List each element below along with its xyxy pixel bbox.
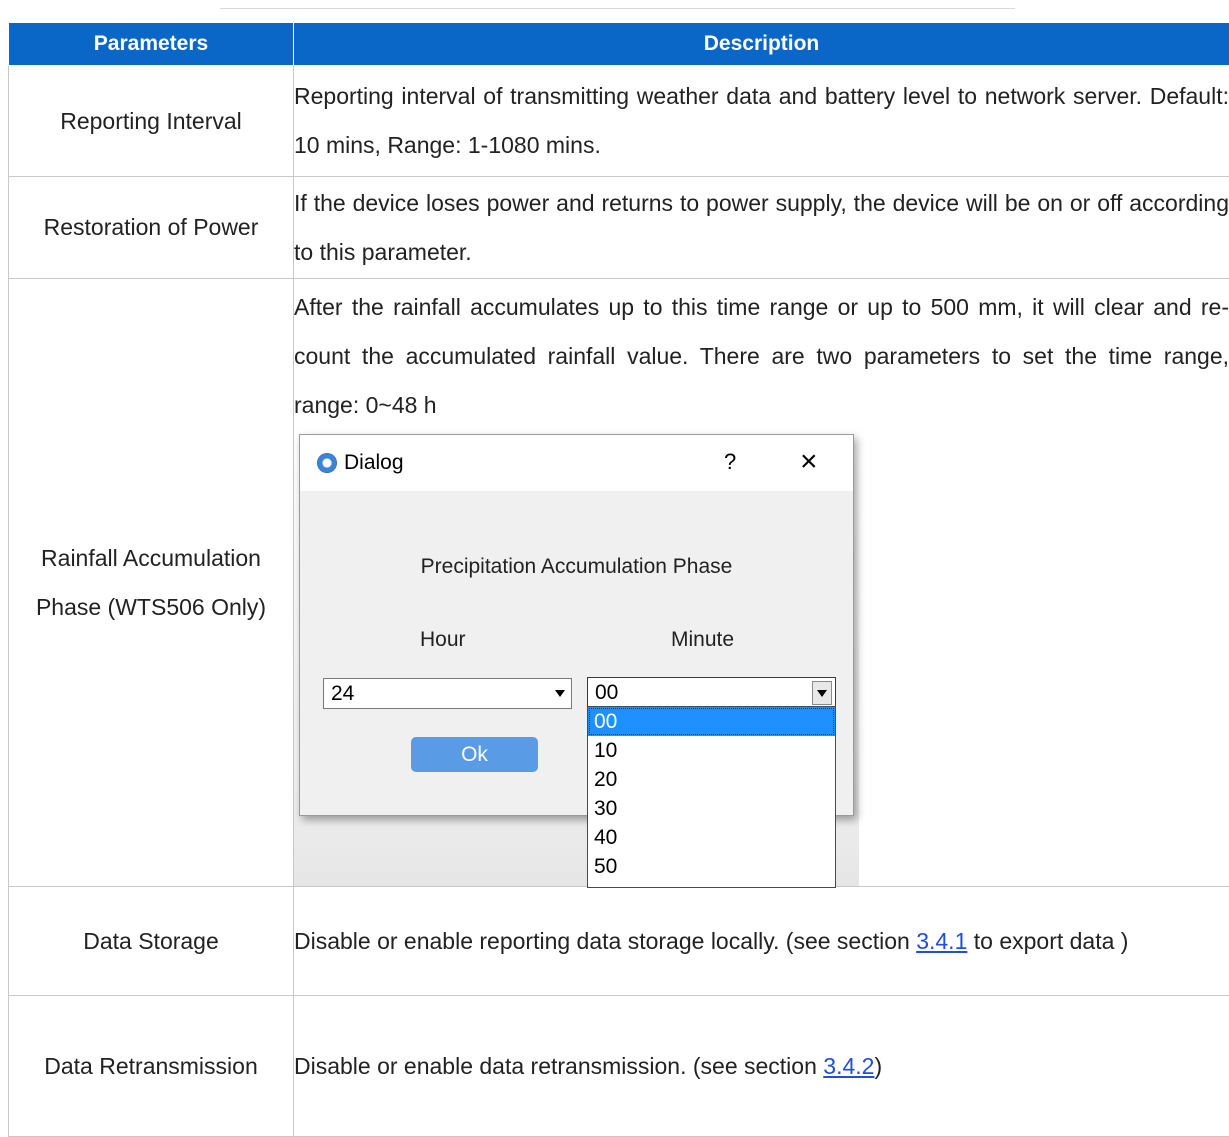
table-row: Data Retransmission Disable or enable da… bbox=[9, 996, 1229, 1137]
description-text: Disable or enable data retransmission. (… bbox=[294, 1053, 823, 1079]
dialog-heading: Precipitation Accumulation Phase bbox=[300, 555, 853, 579]
minute-option[interactable]: 00 bbox=[588, 707, 835, 736]
hour-value: 24 bbox=[331, 679, 354, 708]
parameter-description: Reporting interval of transmitting weath… bbox=[294, 66, 1229, 177]
header-parameters: Parameters bbox=[9, 23, 294, 66]
app-gear-icon bbox=[317, 453, 337, 473]
parameter-name: Reporting Interval bbox=[9, 66, 294, 177]
minute-value: 00 bbox=[595, 678, 618, 707]
section-link[interactable]: 3.4.1 bbox=[916, 928, 967, 954]
minute-option[interactable]: 50 bbox=[588, 852, 835, 881]
minute-dropdown-list: 00 10 20 30 40 50 bbox=[587, 706, 836, 888]
minute-select[interactable]: 00 bbox=[587, 677, 836, 708]
description-text: to export data ) bbox=[967, 928, 1128, 954]
header-description: Description bbox=[294, 23, 1229, 66]
close-button[interactable]: × bbox=[800, 445, 818, 479]
hour-label: Hour bbox=[420, 628, 466, 652]
table-row: Data Storage Disable or enable reporting… bbox=[9, 887, 1229, 996]
ok-button[interactable]: Ok bbox=[411, 737, 538, 772]
dialog-titlebar: Dialog ? × bbox=[300, 435, 853, 491]
dialog-window: Dialog ? × Precipitation Accumulation Ph… bbox=[299, 434, 854, 816]
table-row: Restoration of Power If the device loses… bbox=[9, 177, 1229, 279]
minute-option[interactable]: 30 bbox=[588, 794, 835, 823]
parameter-description-cell: After the rainfall accumulates up to thi… bbox=[294, 279, 1229, 887]
minute-option[interactable]: 10 bbox=[588, 736, 835, 765]
parameters-table: Parameters Description Reporting Interva… bbox=[8, 22, 1229, 1137]
minute-option[interactable]: 20 bbox=[588, 765, 835, 794]
minute-label: Minute bbox=[671, 628, 734, 652]
description-text: ) bbox=[874, 1053, 882, 1079]
help-button[interactable]: ? bbox=[724, 449, 736, 475]
parameter-description-cell: Disable or enable data retransmission. (… bbox=[294, 996, 1229, 1137]
parameter-name: Data Storage bbox=[9, 887, 294, 996]
description-text: Disable or enable reporting data storage… bbox=[294, 928, 916, 954]
parameter-name: Rainfall Accumulation Phase (WTS506 Only… bbox=[9, 279, 294, 887]
top-divider bbox=[220, 0, 1015, 9]
section-link[interactable]: 3.4.2 bbox=[823, 1053, 874, 1079]
table-header-row: Parameters Description bbox=[9, 23, 1229, 66]
parameter-description: After the rainfall accumulates up to thi… bbox=[294, 283, 1229, 430]
chevron-down-icon[interactable] bbox=[555, 690, 565, 697]
minute-dropdown-button[interactable] bbox=[812, 681, 832, 705]
chevron-down-icon bbox=[817, 690, 827, 697]
hour-select[interactable]: 24 bbox=[323, 678, 572, 709]
table-row: Reporting Interval Reporting interval of… bbox=[9, 66, 1229, 177]
minute-option[interactable]: 40 bbox=[588, 823, 835, 852]
dialog-title: Dialog bbox=[344, 451, 404, 475]
table-row: Rainfall Accumulation Phase (WTS506 Only… bbox=[9, 279, 1229, 887]
parameter-description: If the device loses power and returns to… bbox=[294, 177, 1229, 279]
parameter-name: Data Retransmission bbox=[9, 996, 294, 1137]
parameter-name: Restoration of Power bbox=[9, 177, 294, 279]
dialog-screenshot: Dialog ? × Precipitation Accumulation Ph… bbox=[294, 434, 859, 886]
parameter-description-cell: Disable or enable reporting data storage… bbox=[294, 887, 1229, 996]
